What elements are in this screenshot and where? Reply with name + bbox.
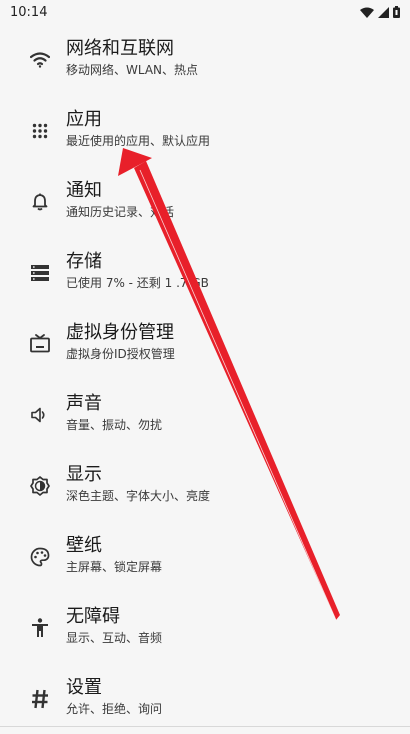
settings-item-title: 应用 (66, 109, 102, 130)
settings-item-subtitle: 主屏幕、锁定屏幕 (66, 560, 163, 574)
bell-icon (28, 190, 52, 214)
settings-item-subtitle: 最近使用的应用、默认应用 (66, 134, 211, 148)
brightness-icon (28, 474, 52, 498)
status-icons (360, 6, 400, 18)
settings-item-notifications[interactable]: 通知 通知历史记录、对话 (0, 166, 410, 237)
settings-item-display[interactable]: 显示 深色主题、字体大小、亮度 (0, 450, 410, 521)
settings-item-title: 壁纸 (66, 535, 102, 556)
settings-item-storage[interactable]: 存储 已使用 7% - 还剩 1 .7 GB (0, 237, 410, 308)
volume-icon (28, 403, 52, 427)
tv-icon (28, 332, 52, 356)
settings-item-title: 显示 (66, 464, 102, 485)
settings-item-sound[interactable]: 声音 音量、振动、勿扰 (0, 379, 410, 450)
wifi-icon (360, 7, 374, 18)
settings-item-subtitle: 显示、互动、音频 (66, 631, 163, 645)
bottom-divider (0, 726, 410, 727)
storage-icon (28, 261, 52, 285)
settings-item-title: 通知 (66, 180, 102, 201)
settings-item-title: 设置 (66, 677, 102, 698)
settings-item-subtitle: 移动网络、WLAN、热点 (66, 63, 199, 77)
signal-icon (378, 6, 389, 18)
settings-item-title: 网络和互联网 (66, 38, 174, 59)
settings-item-subtitle: 已使用 7% - 还剩 1 .7 GB (66, 276, 209, 290)
status-bar: 10:14 (0, 0, 410, 24)
settings-item-subtitle: 允许、拒绝、询问 (66, 702, 163, 716)
settings-item-subtitle: 音量、振动、勿扰 (66, 418, 163, 432)
settings-item-subtitle: 通知历史记录、对话 (66, 205, 175, 219)
settings-item-virtual-identity[interactable]: 虚拟身份管理 虚拟身份ID授权管理 (0, 308, 410, 379)
settings-item-subtitle: 虚拟身份ID授权管理 (66, 347, 175, 361)
settings-item-title: 存储 (66, 251, 102, 272)
settings-item-network[interactable]: 网络和互联网 移动网络、WLAN、热点 (0, 24, 410, 95)
status-time: 10:14 (10, 4, 48, 20)
accessibility-icon (28, 616, 52, 640)
settings-item-apps[interactable]: 应用 最近使用的应用、默认应用 (0, 95, 410, 166)
settings-list: 网络和互联网 移动网络、WLAN、热点 应用 最近使用的应用、默认应用 通知 通… (0, 24, 410, 734)
settings-item-title: 虚拟身份管理 (66, 322, 174, 343)
hash-icon (28, 687, 52, 711)
settings-item-wallpaper[interactable]: 壁纸 主屏幕、锁定屏幕 (0, 521, 410, 592)
palette-icon (28, 545, 52, 569)
battery-icon (393, 6, 400, 18)
settings-item-permissions[interactable]: 设置 允许、拒绝、询问 (0, 663, 410, 734)
apps-icon (28, 119, 52, 143)
settings-item-subtitle: 深色主题、字体大小、亮度 (66, 489, 211, 503)
settings-item-title: 声音 (66, 393, 102, 414)
wifi-icon (28, 48, 52, 72)
settings-item-accessibility[interactable]: 无障碍 显示、互动、音频 (0, 592, 410, 663)
settings-item-title: 无障碍 (66, 606, 120, 627)
